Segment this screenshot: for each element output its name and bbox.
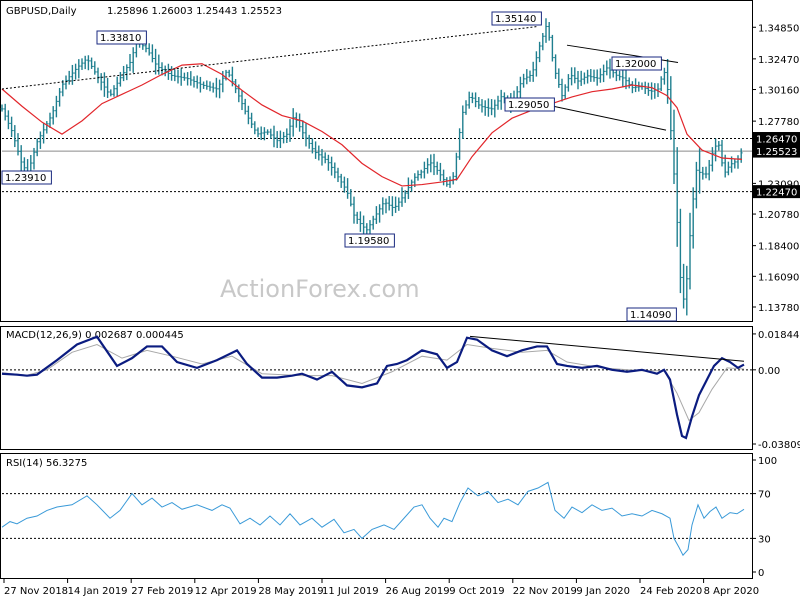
annotation-label: 1.19580 — [348, 236, 389, 247]
annotation-label: 1.33810 — [100, 33, 141, 44]
price-axis-label: 1.18400 — [758, 242, 799, 253]
macd-axis-label: 0.00 — [758, 366, 780, 377]
time-axis-label: 8 Apr 2020 — [704, 586, 759, 597]
price-axis-label: 1.27780 — [758, 117, 799, 128]
time-axis-label: 9 Jan 2020 — [576, 586, 630, 597]
rsi-axis-label: 70 — [758, 490, 771, 501]
price-axis-label: 1.16090 — [758, 272, 799, 283]
time-axis-label: 24 Feb 2020 — [640, 586, 702, 597]
rsi-title: RSI(14) 56.3275 — [6, 458, 87, 469]
chart-root: ActionForex.com GBPUSD,Daily 1.25896 1.2… — [0, 0, 800, 600]
time-axis-label: 9 Oct 2019 — [449, 586, 504, 597]
price-tag-label: 1.22470 — [756, 188, 797, 199]
annotation-label: 1.35140 — [495, 14, 536, 25]
chart-canvas: ActionForex.com GBPUSD,Daily 1.25896 1.2… — [0, 0, 800, 597]
macd-axis-label: -0.038095 — [758, 440, 800, 451]
symbol-label: GBPUSD,Daily — [6, 6, 77, 17]
price-axis-label: 1.20780 — [758, 210, 799, 221]
price-axis-label: 1.32470 — [758, 55, 799, 66]
price-tag-label: 1.26470 — [756, 135, 797, 146]
time-axis-label: 22 Nov 2019 — [513, 586, 577, 597]
rsi-axis: 100 70 30 0 — [752, 456, 777, 579]
time-axis: 27 Nov 2018 14 Jan 2019 27 Feb 2019 12 Apr … — [3, 579, 759, 597]
price-panel-frame — [0, 0, 753, 322]
price-tag-label: 1.25523 — [756, 147, 797, 158]
time-axis-label: 27 Feb 2019 — [131, 586, 193, 597]
price-axis: 1.348501.324701.301601.277801.254001.230… — [752, 23, 800, 314]
time-axis-label: 12 Apr 2019 — [195, 586, 257, 597]
time-axis-label: 26 Aug 2019 — [386, 586, 450, 597]
macd-title: MACD(12,26,9) 0.002687 0.000445 — [6, 330, 184, 341]
rsi-axis-label: 0 — [758, 568, 764, 579]
annotation-label: 1.29050 — [508, 100, 549, 111]
macd-axis: 0.018442 0.00 -0.038095 — [752, 330, 800, 451]
rsi-axis-label: 100 — [758, 456, 777, 467]
time-axis-label: 14 Jan 2019 — [68, 586, 128, 597]
macd-panel-frame — [0, 326, 753, 450]
annotation-label: 1.14090 — [630, 310, 671, 321]
annotation-label: 1.32000 — [615, 59, 656, 70]
macd-axis-label: 0.018442 — [758, 330, 800, 341]
rsi-axis-label: 30 — [758, 534, 771, 545]
price-axis-label: 1.30160 — [758, 86, 799, 97]
annotation-label: 1.23910 — [5, 173, 46, 184]
price-axis-label: 1.34850 — [758, 23, 799, 34]
time-axis-label: 11 Jul 2019 — [322, 586, 379, 597]
ohlc-values: 1.25896 1.26003 1.25443 1.25523 — [107, 6, 282, 17]
watermark: ActionForex.com — [220, 275, 420, 303]
time-axis-label: 28 May 2019 — [258, 586, 323, 597]
time-axis-label: 27 Nov 2018 — [4, 586, 68, 597]
price-axis-label: 1.13780 — [758, 303, 799, 314]
